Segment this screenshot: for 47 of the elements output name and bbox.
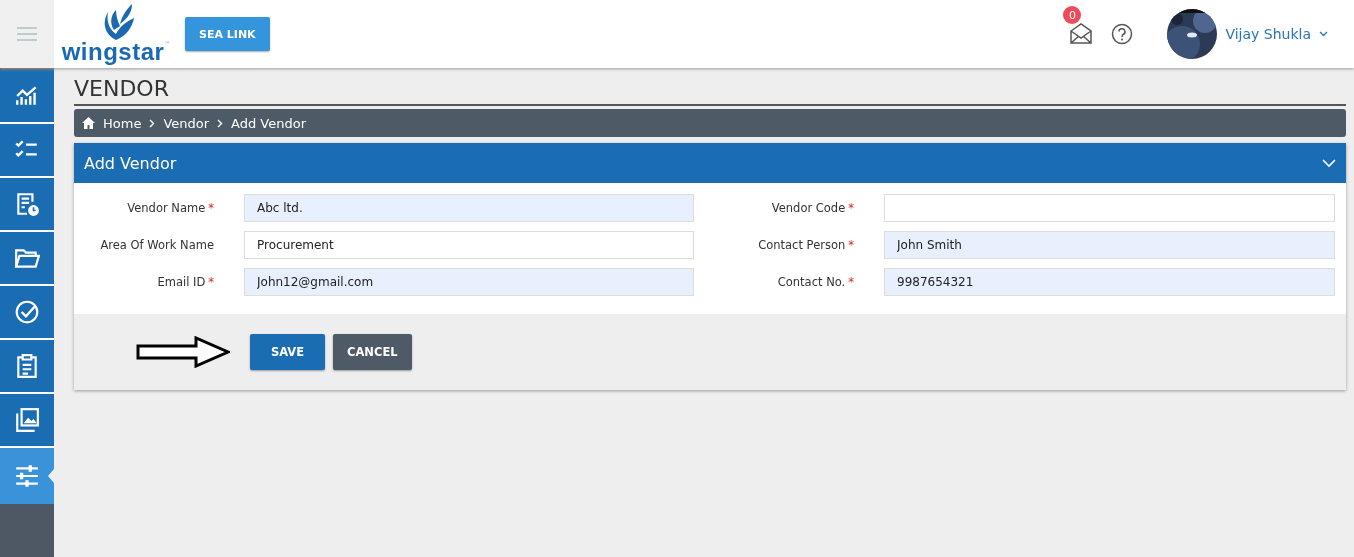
required-mark: * — [848, 238, 854, 252]
cancel-button[interactable]: CANCEL — [333, 334, 412, 370]
sidebar-item[interactable] — [0, 124, 54, 178]
breadcrumb-link[interactable]: Home — [103, 115, 142, 131]
field-label: Contact Person — [758, 238, 846, 252]
input-field[interactable]: Procurement — [244, 231, 694, 259]
chevron-right-icon — [217, 118, 224, 128]
user-menu[interactable]: Vijay Shukla — [1167, 9, 1328, 59]
breadcrumb-link[interactable]: Vendor — [163, 115, 210, 131]
home-icon — [82, 117, 95, 129]
input-field[interactable]: Abc ltd. — [244, 194, 694, 222]
chevron-down-icon — [1319, 31, 1328, 37]
field-label: Area Of Work Name — [100, 238, 214, 252]
input-field[interactable] — [884, 194, 1335, 222]
required-mark: * — [848, 201, 854, 215]
notification-count: 0 — [1063, 6, 1082, 24]
chevron-down-icon[interactable] — [1322, 158, 1336, 168]
input-field[interactable]: John Smith — [884, 231, 1335, 259]
chevron-right-icon — [149, 118, 156, 128]
input-field[interactable]: John12@gmail.com — [244, 268, 694, 296]
field-label: Vendor Name — [127, 201, 206, 215]
sidebar-item[interactable] — [0, 232, 54, 286]
mail-icon[interactable] — [1069, 22, 1094, 44]
sliders-icon — [14, 463, 40, 489]
field-label: Vendor Code — [771, 201, 846, 215]
report-clock-icon — [14, 191, 40, 217]
clipboard-icon — [14, 353, 40, 379]
sidebar-item[interactable] — [0, 178, 54, 232]
sidebar-item[interactable] — [0, 340, 54, 394]
required-mark: * — [848, 275, 854, 289]
check-circle-icon — [14, 299, 40, 325]
logo-wordmark: wingstar — [61, 40, 165, 64]
sidebar-item[interactable] — [0, 70, 54, 124]
selection-pointer — [48, 469, 54, 483]
field-label: Email ID — [157, 275, 206, 289]
required-mark: * — [208, 201, 214, 215]
sidebar-item[interactable] — [0, 286, 54, 340]
gallery-icon — [14, 407, 40, 433]
required-mark: * — [208, 275, 214, 289]
field-label: Contact No. — [777, 275, 846, 289]
save-button[interactable]: SAVE — [250, 334, 325, 370]
page-title: VENDOR — [74, 76, 1346, 106]
help-icon[interactable] — [1111, 23, 1134, 45]
sidebar-item[interactable] — [0, 394, 54, 448]
input-field[interactable]: 9987654321 — [884, 268, 1335, 296]
panel-title: Add Vendor — [84, 153, 177, 173]
sidebar-item[interactable] — [0, 448, 54, 504]
